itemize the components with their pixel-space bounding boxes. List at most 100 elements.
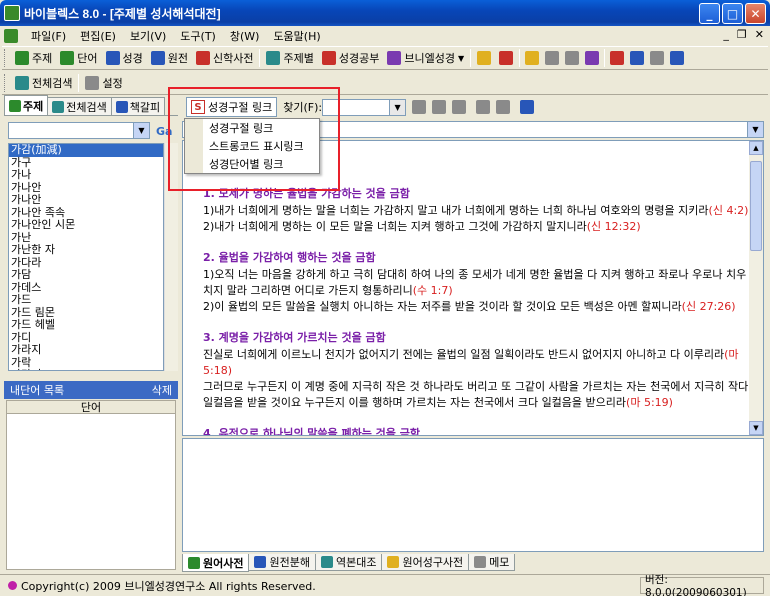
my-words-list[interactable] <box>6 414 176 570</box>
find-combo[interactable]: ▼ <box>322 98 407 116</box>
toolbar-separator <box>259 49 261 67</box>
topic-view-button[interactable]: 주제별 <box>262 48 317 68</box>
verse-reference-link[interactable]: (수 1:7) <box>413 284 453 297</box>
scroll-up-icon[interactable]: ▲ <box>749 141 763 155</box>
tab-memo[interactable]: 메모 <box>468 554 516 571</box>
grid-icon[interactable] <box>477 51 492 65</box>
book-icon[interactable] <box>520 100 535 114</box>
toolbar-grip[interactable] <box>4 49 7 67</box>
my-words-column-label: 단어 <box>80 401 102 414</box>
memo-area[interactable] <box>182 438 764 552</box>
window-icon[interactable] <box>630 51 645 65</box>
study-button[interactable]: 성경공부 <box>318 48 383 68</box>
search-all-button[interactable]: 전체검색 <box>11 73 76 93</box>
app-icon[interactable] <box>4 5 20 21</box>
word-list-item[interactable]: 가감(加減) <box>9 144 163 157</box>
chevron-down-icon[interactable]: ▼ <box>389 99 406 115</box>
chevron-down-icon[interactable]: ▼ <box>133 123 149 138</box>
menu-edit[interactable]: 편집(E) <box>73 28 123 44</box>
find-prev-icon[interactable] <box>432 100 447 114</box>
word-list-item[interactable]: 가라지 <box>9 368 163 370</box>
chevron-down-icon[interactable]: ▼ <box>747 122 763 137</box>
settings-button[interactable]: 설정 <box>81 73 126 93</box>
verse-link-button[interactable]: S 성경구절 링크 <box>186 97 278 117</box>
tab-bookmark[interactable]: 책갈피 <box>110 97 166 115</box>
word-list-item[interactable]: 가드 <box>9 293 163 307</box>
tab-topic[interactable]: 주제 <box>4 95 49 115</box>
word-list-item[interactable]: 가다라 <box>9 256 163 270</box>
page-icon[interactable] <box>496 100 511 114</box>
paste-icon[interactable] <box>565 51 580 65</box>
popup-item-strong-link[interactable]: 스트롱코드 표시링크 <box>209 138 304 155</box>
mdi-minimize-button[interactable]: _ <box>723 28 729 41</box>
content-scrollbar[interactable]: ▲ ▼ <box>749 141 763 435</box>
popup-item-verse-link[interactable]: 성경구절 링크 <box>209 120 273 137</box>
binoculars-icon[interactable] <box>412 100 427 114</box>
dictionary-button[interactable]: 신학사전 <box>192 48 257 68</box>
tab-original-dictionary[interactable]: 원어사전 <box>182 554 250 572</box>
word-list-item[interactable]: 가나 <box>9 168 163 182</box>
document-icon[interactable] <box>650 51 665 65</box>
verse-body: 진실로 너희에게 이르노니 천지가 없어지기 전에는 율법의 일점 일획이라도 … <box>203 348 725 361</box>
tab-search-all[interactable]: 전체검색 <box>47 97 112 115</box>
maximize-button[interactable]: □ <box>722 3 743 24</box>
verse-reference-link[interactable]: (마 5:19) <box>626 396 673 409</box>
title-bar[interactable]: 바이블렉스 8.0 - [주제별 성서해석대전] _ □ ✕ <box>0 0 770 26</box>
tab-original-concordance[interactable]: 원어성구사전 <box>381 554 470 571</box>
scroll-down-icon[interactable]: ▼ <box>749 421 763 435</box>
exit-icon[interactable] <box>499 51 514 65</box>
compare-icon <box>320 556 333 568</box>
document-icon[interactable] <box>4 28 18 43</box>
scroll-thumb[interactable] <box>750 161 762 251</box>
menu-file[interactable]: 파일(F) <box>24 28 73 44</box>
menu-tools[interactable]: 도구(T) <box>173 28 223 44</box>
word-list-item[interactable]: 가나안 <box>9 193 163 207</box>
word-list-item[interactable]: 가데스 <box>9 281 163 295</box>
original-text-button[interactable]: 원전 <box>147 48 192 68</box>
word-list-item[interactable]: 가구 <box>9 156 163 170</box>
word-list-item[interactable]: 가라지 <box>9 343 163 357</box>
my-words-delete-button[interactable]: 삭제 <box>152 382 172 398</box>
copy-icon[interactable] <box>545 51 560 65</box>
word-button[interactable]: 단어 <box>56 48 101 68</box>
word-list-item[interactable]: 가담 <box>9 268 163 282</box>
word-list-item[interactable]: 가나안인 시몬 <box>9 218 163 232</box>
minimize-button[interactable]: _ <box>699 3 720 24</box>
tab-label: 원전분해 <box>269 556 310 569</box>
folder-icon[interactable] <box>525 51 540 65</box>
find-next-icon[interactable] <box>452 100 467 114</box>
left-search-combo[interactable]: ▼ <box>8 122 150 139</box>
menu-help[interactable]: 도움말(H) <box>266 28 327 44</box>
content-pane[interactable]: 1. 모세가 명하는 율법을 가감하는 것을 금함 1)내가 너희에게 명하는 말… <box>182 140 764 436</box>
word-list-item[interactable]: 가드 헤벨 <box>9 318 163 332</box>
mdi-close-button[interactable]: ✕ <box>755 28 764 41</box>
word-list-scrollbar[interactable] <box>164 143 178 371</box>
popup-item-word-link[interactable]: 성경단어별 링크 <box>209 156 283 173</box>
bible-button[interactable]: 성경 <box>102 48 147 68</box>
verse-body: 1)오직 너는 마음을 강하게 하고 극히 담대히 하여 나의 종 모세가 네게… <box>203 268 747 297</box>
tab-label: 역본대조 <box>335 556 377 569</box>
verse-reference-link[interactable]: (신 4:2) <box>709 204 749 217</box>
print-icon[interactable] <box>610 51 625 65</box>
toolbar-grip[interactable] <box>4 73 7 92</box>
mdi-restore-button[interactable]: ❐ <box>737 28 747 41</box>
menu-view[interactable]: 보기(V) <box>123 28 173 44</box>
word-list-item[interactable]: 가난한 자 <box>9 243 163 257</box>
my-words-column-header[interactable]: 단어 <box>6 400 176 414</box>
verse-reference-link[interactable]: (신 27:26) <box>682 300 736 313</box>
page-icon[interactable] <box>476 100 491 114</box>
verse-reference-link[interactable]: (신 12:32) <box>587 220 641 233</box>
topic-button[interactable]: 주제 <box>11 48 56 68</box>
left-tab-strip: 주제 전체검색 책갈피 <box>4 95 178 116</box>
word-doc-icon[interactable] <box>670 51 685 65</box>
dropdown-arrow-icon[interactable]: ▼ <box>458 54 464 63</box>
peniel-bible-button[interactable]: 브니엘성경 ▼ <box>383 48 468 68</box>
section-heading: 3. 계명을 가감하여 가르치는 것을 금함 <box>203 331 386 344</box>
tab-original-analysis[interactable]: 원전분해 <box>248 554 316 571</box>
toolbar-separator <box>78 73 80 92</box>
word-list[interactable]: 가감(加減) 가구 가나 가나안 가나안 가나안 족속 가나안인 시몬 가난 가난한 자 가다라 가… <box>8 143 164 371</box>
menu-window[interactable]: 창(W) <box>223 28 267 44</box>
export-icon[interactable] <box>585 51 600 65</box>
tab-translation-compare[interactable]: 역본대조 <box>314 554 383 571</box>
close-button[interactable]: ✕ <box>745 3 766 24</box>
